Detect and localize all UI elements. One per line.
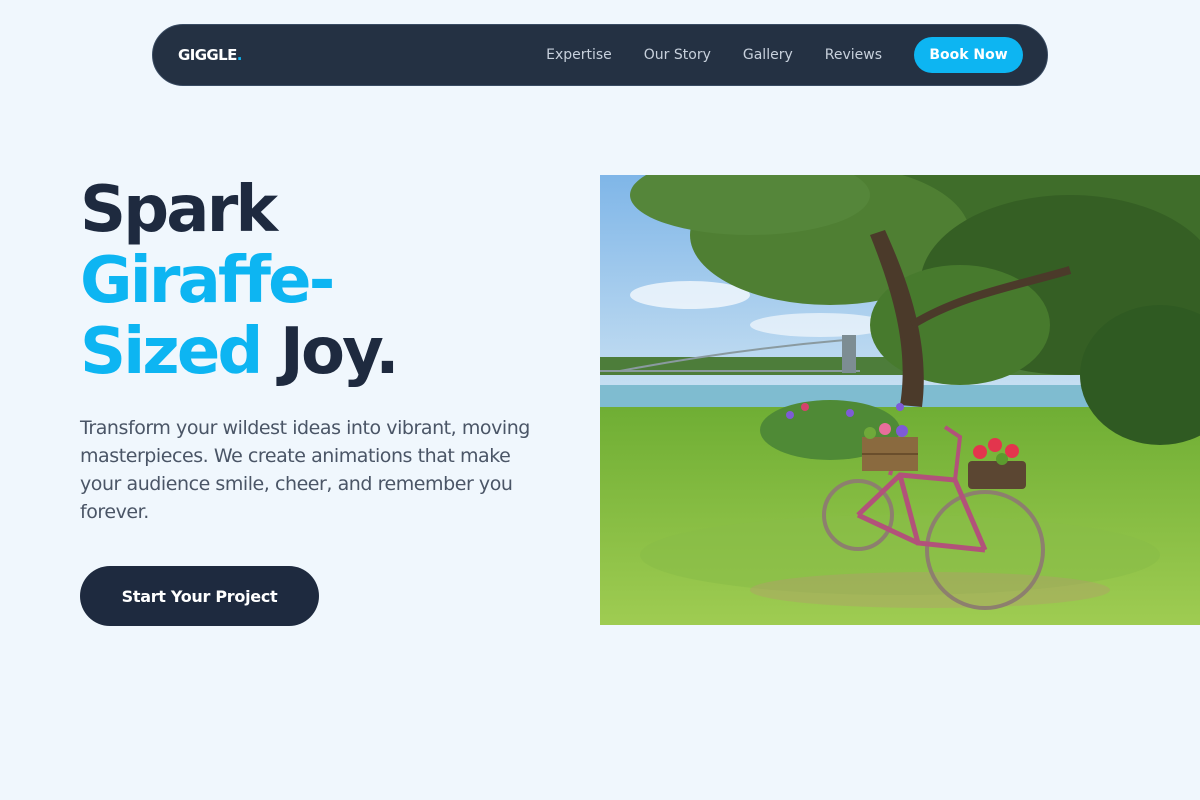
nav-link-gallery[interactable]: Gallery: [743, 47, 793, 63]
hero-title-line-2: Giraffe-: [80, 244, 335, 318]
hero-image: [600, 175, 1200, 625]
nav-links: Expertise Our Story Gallery Reviews: [546, 47, 882, 63]
logo-dot: .: [236, 46, 243, 64]
hero-title: Spark Giraffe- Sized Joy.: [80, 173, 400, 389]
logo[interactable]: GIGGLE.: [178, 46, 242, 64]
book-now-button[interactable]: Book Now: [914, 37, 1023, 73]
hero-description: Transform your wildest ideas into vibran…: [80, 417, 530, 523]
hero-title-accent-word: Sized: [80, 315, 263, 389]
nav-link-reviews[interactable]: Reviews: [825, 47, 882, 63]
nav-link-our-story[interactable]: Our Story: [644, 47, 711, 63]
logo-text: GIGGLE: [178, 46, 237, 64]
nav-link-expertise[interactable]: Expertise: [546, 47, 612, 63]
hero-title-end-word: Joy.: [280, 315, 400, 389]
start-project-button[interactable]: Start Your Project: [80, 566, 319, 626]
hero-title-line-1: Spark: [80, 173, 278, 247]
top-nav: GIGGLE. Expertise Our Story Gallery Revi…: [152, 24, 1048, 86]
